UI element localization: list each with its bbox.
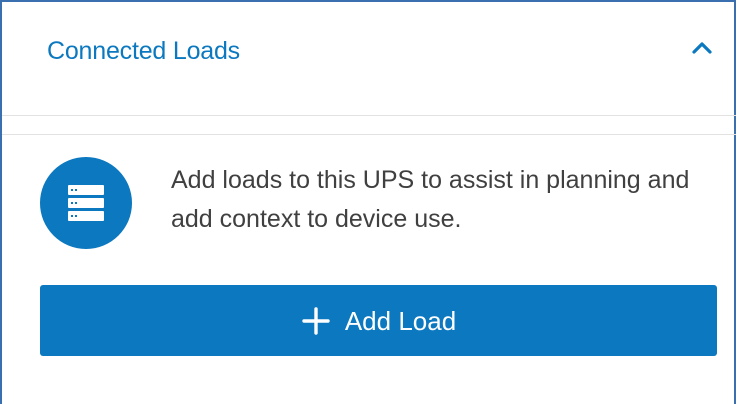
panel-header[interactable]: Connected Loads <box>2 2 736 98</box>
add-load-button[interactable]: Add Load <box>40 285 717 356</box>
connected-loads-panel: Connected Loads Add loads to this UPS to… <box>0 0 736 404</box>
divider <box>2 115 736 116</box>
divider <box>2 134 736 135</box>
server-rack-icon <box>40 157 132 249</box>
panel-title: Connected Loads <box>47 37 240 65</box>
add-load-label: Add Load <box>344 305 457 336</box>
chevron-up-icon[interactable] <box>690 36 714 60</box>
empty-state-description: Add loads to this UPS to assist in plann… <box>171 166 690 233</box>
plus-icon <box>301 306 331 336</box>
